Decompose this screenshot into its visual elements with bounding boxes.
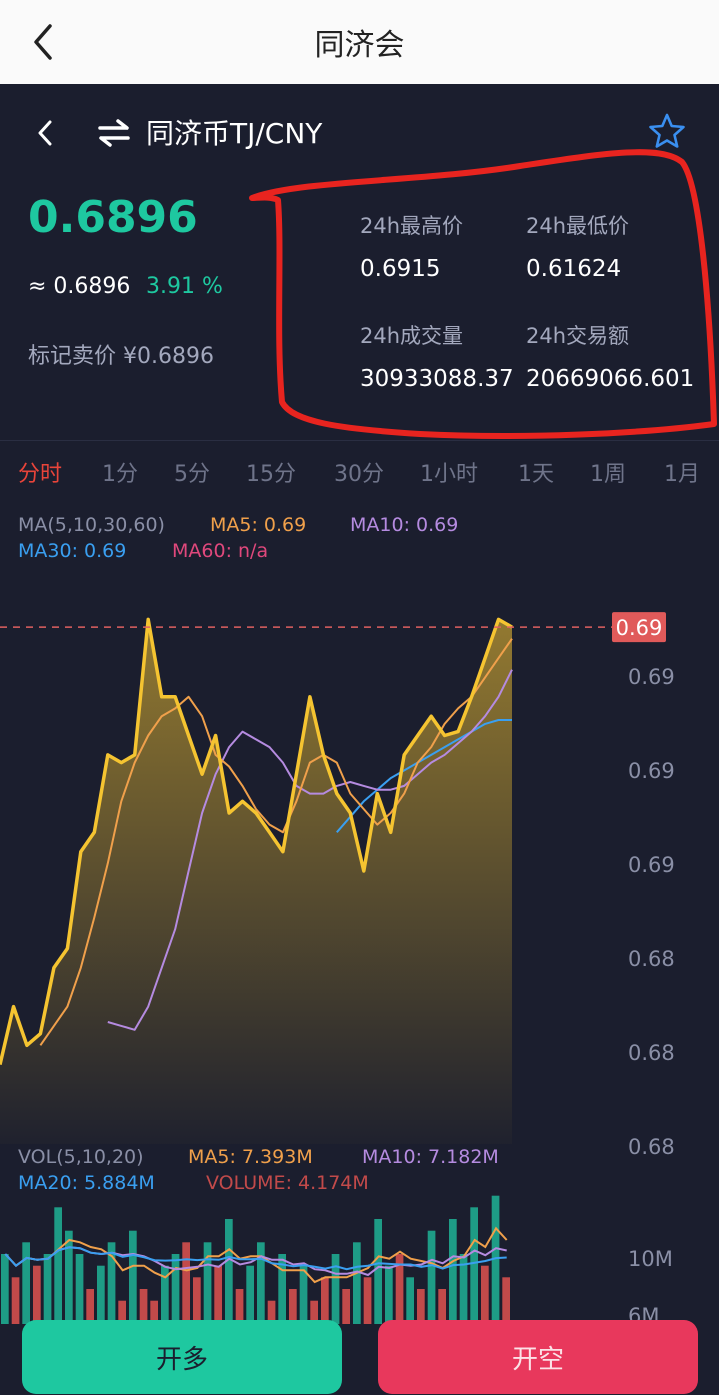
volume-bar: [65, 1230, 73, 1324]
back-chevron-icon[interactable]: [34, 118, 58, 148]
volume-bar: [182, 1242, 190, 1324]
volume-bar: [225, 1219, 233, 1324]
approx-price: ≈ 0.6896: [28, 274, 131, 299]
swap-pair-icon[interactable]: [96, 118, 132, 148]
volume-bar: [417, 1289, 425, 1324]
volume-bar: [481, 1265, 489, 1324]
volume-bar: [438, 1289, 446, 1324]
high-value: 0.6915: [360, 256, 441, 282]
app-header: 同济会: [0, 0, 719, 84]
volume-bar: [214, 1265, 222, 1324]
tab-30m[interactable]: 30分: [334, 456, 384, 488]
ma30-legend: MA30: 0.69: [18, 540, 127, 562]
volume-bar: [75, 1254, 84, 1324]
price-chart[interactable]: 0.690.690.690.690.680.680.6810M6M2M: [0, 584, 719, 1324]
ma5-legend: MA5: 0.69: [210, 514, 307, 536]
volume-bar: [406, 1277, 414, 1324]
volume-bar: [235, 1289, 244, 1324]
vol-ma10-legend: MA10: 7.182M: [362, 1146, 499, 1168]
vol-ma20-legend: MA20: 5.884M: [18, 1172, 155, 1194]
low-label: 24h最低价: [526, 214, 630, 238]
volume-bar: [385, 1265, 393, 1324]
low-value: 0.61624: [526, 256, 622, 282]
open-short-button[interactable]: 开空: [378, 1320, 698, 1394]
volume-bar: [502, 1277, 510, 1324]
volume-bar: [449, 1219, 457, 1324]
volume-label: 24h成交量: [360, 324, 464, 348]
pair-row: 同济币TJ/CNY: [0, 108, 719, 156]
open-long-label: 开多: [155, 1344, 208, 1375]
page-title: 同济会: [314, 28, 405, 63]
volume-bar: [470, 1207, 478, 1324]
volume-bar: [129, 1230, 137, 1324]
y-tick-label: 0.68: [628, 1135, 675, 1159]
vol-title: VOL(5,10,20): [18, 1146, 144, 1168]
tab-1h[interactable]: 1小时: [420, 456, 478, 488]
volume-bar: [374, 1219, 382, 1324]
pair-name[interactable]: 同济币TJ/CNY: [146, 112, 322, 152]
vol-ma5-legend: MA5: 7.393M: [188, 1146, 313, 1168]
volume-bar: [257, 1242, 265, 1324]
vol-y-tick-label: 10M: [628, 1247, 673, 1271]
price-change: 3.91 %: [146, 274, 223, 299]
y-tick-label: 0.68: [628, 1041, 675, 1065]
section-divider: [0, 440, 719, 441]
tab-5m[interactable]: 5分: [174, 456, 210, 488]
last-price: 0.6896: [28, 192, 198, 243]
ma60-legend: MA60: n/a: [172, 540, 269, 562]
high-label: 24h最高价: [360, 214, 464, 238]
volume-bar: [342, 1289, 350, 1324]
volume-bar: [54, 1207, 62, 1324]
interval-tabs: 分时 1分 5分 15分 30分 1小时 1天 1周 1月: [0, 456, 719, 492]
y-tick-label: 0.69: [628, 759, 675, 783]
volume-bar: [11, 1277, 20, 1324]
volume-bar: [331, 1254, 340, 1324]
volume-bar: [203, 1242, 212, 1324]
tab-1m[interactable]: 1分: [102, 456, 138, 488]
market-panel: 同济币TJ/CNY 0.6896 ≈ 0.6896 3.91 % 标记卖价 ¥0…: [0, 84, 719, 1395]
amount-value: 20669066.601: [526, 366, 695, 392]
volume-bar: [193, 1277, 201, 1324]
tab-timeline[interactable]: 分时: [18, 456, 62, 488]
volume-bar: [43, 1254, 52, 1324]
volume-bar: [289, 1289, 297, 1324]
tab-1d[interactable]: 1天: [518, 456, 554, 488]
mark-price: 标记卖价 ¥0.6896: [28, 344, 214, 369]
open-long-button[interactable]: 开多: [22, 1320, 342, 1394]
volume-legend: VOLUME: 4.174M: [206, 1172, 369, 1194]
y-tick-label: 0.68: [628, 947, 675, 971]
volume-bar: [1, 1254, 9, 1324]
tab-1mo[interactable]: 1月: [664, 456, 700, 488]
volume-bar: [246, 1265, 254, 1324]
volume-bar: [22, 1242, 30, 1324]
ma10-legend: MA10: 0.69: [350, 514, 459, 536]
current-price-label: 0.69: [616, 616, 663, 640]
volume-bar: [139, 1289, 148, 1324]
volume-bar: [427, 1230, 436, 1324]
amount-label: 24h交易额: [526, 324, 630, 348]
open-short-label: 开空: [511, 1344, 564, 1375]
volume-value: 30933088.37: [360, 366, 514, 392]
y-tick-label: 0.69: [628, 665, 675, 689]
tab-1w[interactable]: 1周: [590, 456, 626, 488]
volume-bar: [97, 1265, 105, 1324]
volume-bar: [353, 1242, 361, 1324]
tab-15m[interactable]: 15分: [246, 456, 296, 488]
volume-bar: [86, 1289, 94, 1324]
volume-bar: [171, 1254, 180, 1324]
favorite-star-icon[interactable]: [648, 112, 686, 150]
y-tick-label: 0.69: [628, 853, 675, 877]
ma-title: MA(5,10,30,60): [18, 514, 165, 536]
volume-bar: [299, 1265, 308, 1324]
volume-bar: [33, 1265, 41, 1324]
volume-bar: [363, 1277, 372, 1324]
volume-bar: [321, 1277, 329, 1324]
